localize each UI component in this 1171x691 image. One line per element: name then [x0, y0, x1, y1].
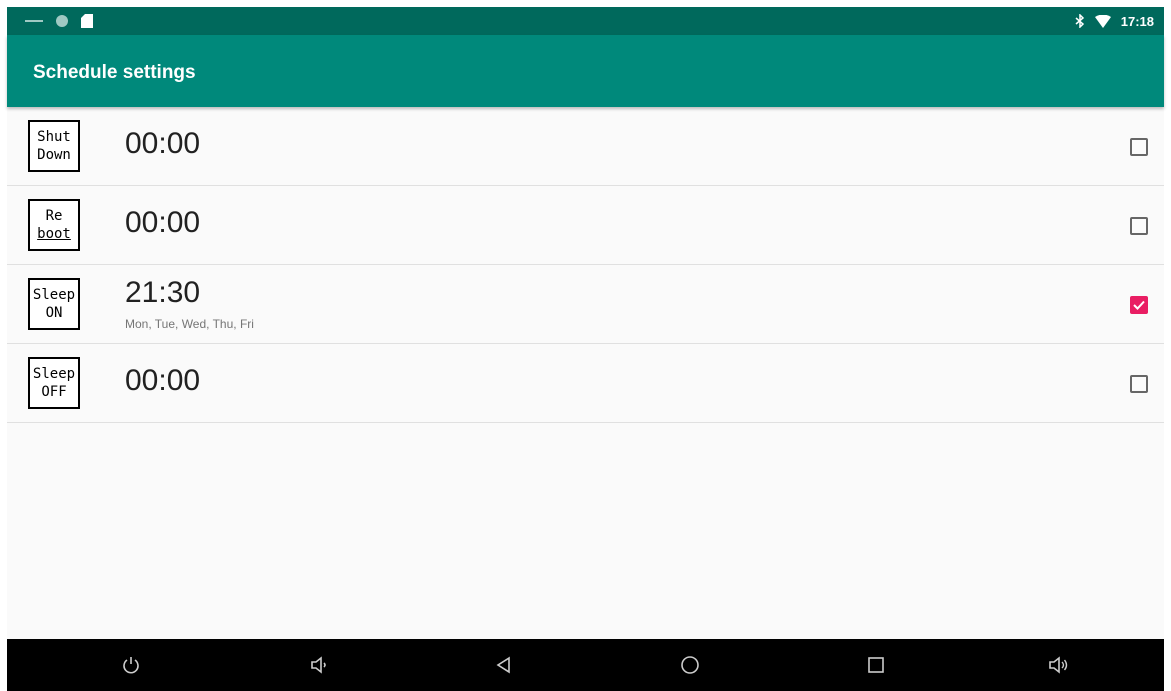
bluetooth-icon — [1075, 14, 1084, 28]
icon-label-line2: ON — [45, 305, 63, 321]
schedule-time: 00:00 — [125, 127, 201, 160]
back-button[interactable] — [490, 651, 518, 679]
schedule-list: Shut Down 00:00 Re boot 00:00 Sleep ON 2… — [7, 107, 1164, 639]
status-right-icons: 17:18 — [1075, 7, 1154, 35]
sleep-on-icon: Sleep ON — [28, 278, 80, 330]
home-icon — [681, 656, 699, 674]
icon-label-line2: Down — [37, 147, 71, 163]
schedule-time: 00:00 — [125, 364, 201, 397]
schedule-time: 21:30 — [125, 276, 201, 309]
check-icon — [1133, 300, 1145, 310]
power-button[interactable] — [117, 651, 145, 679]
icon-label-line1: Sleep — [32, 366, 76, 382]
home-button[interactable] — [676, 651, 704, 679]
volume-up-button[interactable] — [1045, 651, 1073, 679]
icon-label-line1: Sleep — [32, 287, 76, 303]
recents-button[interactable] — [862, 651, 890, 679]
circle-icon — [56, 15, 68, 27]
enable-checkbox[interactable] — [1130, 138, 1148, 156]
schedule-row-reboot[interactable]: Re boot 00:00 — [7, 186, 1164, 265]
status-time: 17:18 — [1120, 13, 1154, 29]
recents-icon — [868, 657, 884, 673]
volume-down-icon — [311, 656, 326, 674]
minus-icon — [25, 20, 43, 22]
volume-up-icon — [1049, 656, 1068, 674]
schedule-row-sleep-on[interactable]: Sleep ON 21:30 Mon, Tue, Wed, Thu, Fri — [7, 265, 1164, 344]
wifi-icon — [1094, 14, 1111, 28]
icon-label-line2: boot — [37, 226, 71, 242]
screen: 17:18 Schedule settings Shut Down 00:00 … — [0, 0, 1171, 691]
icon-label-line2: OFF — [41, 384, 67, 400]
power-icon — [123, 657, 139, 674]
icon-label-line1: Re — [45, 208, 63, 224]
schedule-time: 00:00 — [125, 206, 201, 239]
enable-checkbox[interactable] — [1130, 375, 1148, 393]
icon-label-line1: Shut — [37, 129, 71, 145]
page-title: Schedule settings — [33, 62, 196, 83]
reboot-icon: Re boot — [28, 199, 80, 251]
schedule-row-shutdown[interactable]: Shut Down 00:00 — [7, 107, 1164, 186]
sleep-off-icon: Sleep OFF — [28, 357, 80, 409]
schedule-row-sleep-off[interactable]: Sleep OFF 00:00 — [7, 344, 1164, 423]
status-left-icons — [25, 7, 93, 35]
sd-card-icon — [81, 14, 93, 28]
navigation-bar — [7, 639, 1164, 691]
enable-checkbox[interactable] — [1130, 296, 1148, 314]
status-bar: 17:18 — [7, 7, 1164, 35]
back-icon — [496, 656, 510, 674]
volume-down-button[interactable] — [305, 651, 333, 679]
schedule-days: Mon, Tue, Wed, Thu, Fri — [125, 317, 254, 331]
enable-checkbox[interactable] — [1130, 217, 1148, 235]
shutdown-icon: Shut Down — [28, 120, 80, 172]
app-bar: Schedule settings — [7, 35, 1164, 107]
